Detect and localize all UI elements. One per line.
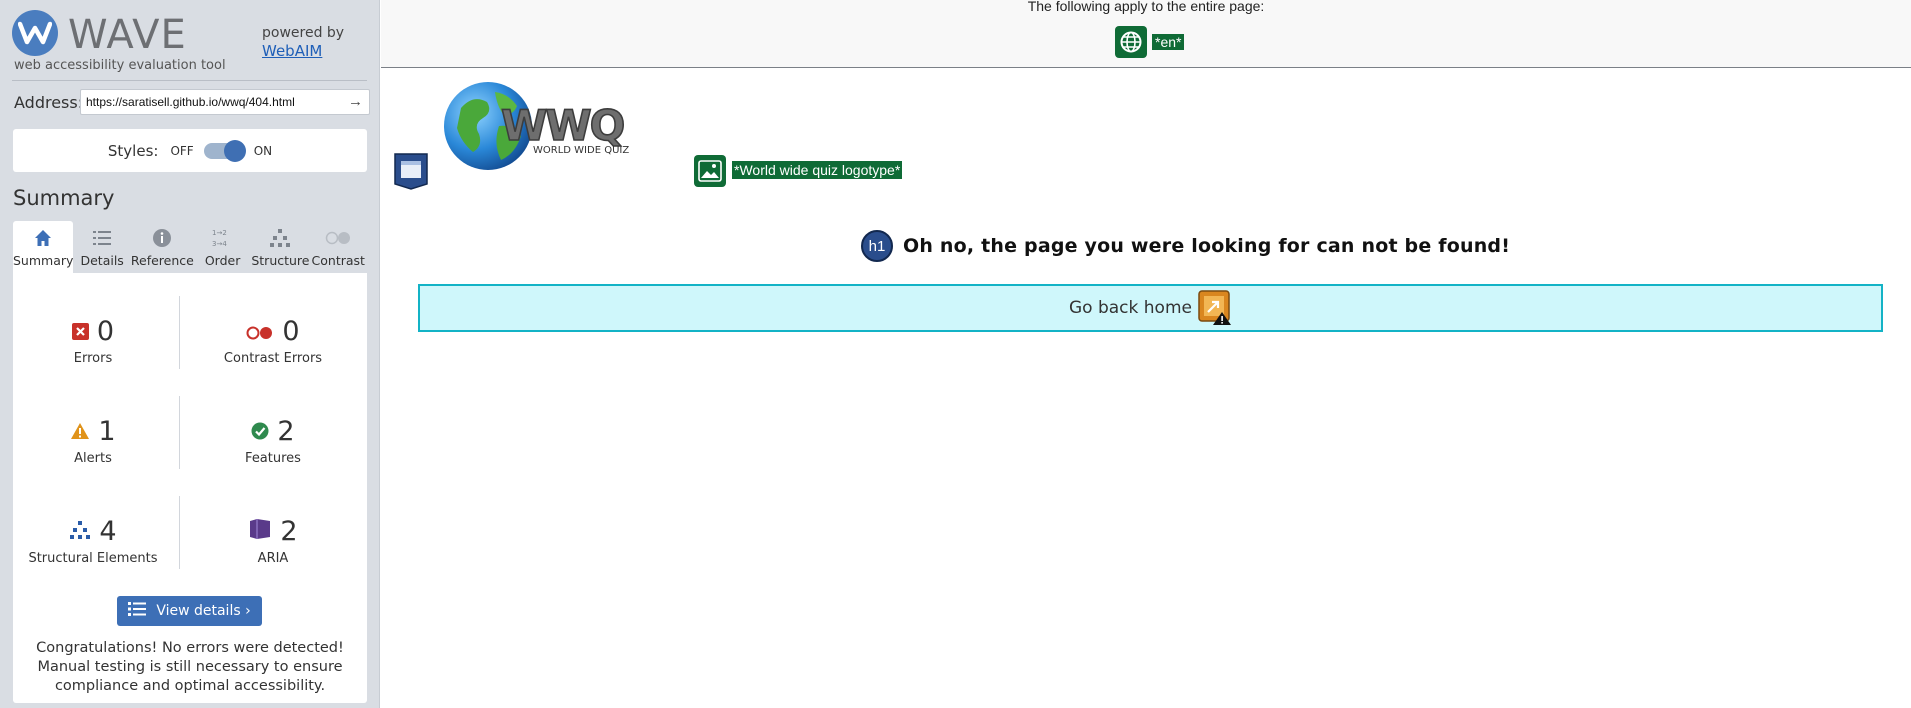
tab-details[interactable]: Details <box>73 221 130 273</box>
contrast-error-icon <box>246 316 274 347</box>
errors-count: 0 <box>96 315 115 347</box>
toggle-knob <box>223 139 246 162</box>
tab-label: Contrast <box>311 253 365 268</box>
view-details-button[interactable]: View details › <box>117 596 262 626</box>
page-preview: The following apply to the entire page: … <box>381 0 1911 708</box>
styles-on-label: ON <box>253 143 273 158</box>
divider <box>12 80 367 81</box>
view-details-label: View details › <box>156 603 251 619</box>
page-heading: Oh no, the page you were looking for can… <box>903 235 1511 257</box>
redundant-link-alert-icon[interactable] <box>1198 290 1232 326</box>
divider <box>179 396 180 469</box>
styles-toggle-box: Styles: OFF ON <box>13 129 367 172</box>
wave-sidebar: WAVE web accessibility evaluation tool p… <box>0 0 380 708</box>
svg-text:3→4: 3→4 <box>212 240 227 248</box>
h1-badge-icon[interactable]: h1 <box>861 230 893 262</box>
panel-tabs: Summary Details Reference 1→2 3→4 Order S… <box>13 221 367 273</box>
alerts-label: Alerts <box>74 451 112 466</box>
heading-wrap: h1 Oh no, the page you were looking for … <box>861 230 1510 262</box>
page-wide-bar: The following apply to the entire page: … <box>381 0 1911 68</box>
tab-label: Summary <box>13 253 74 268</box>
arrow-right-icon[interactable]: → <box>348 93 363 110</box>
aria-region-icon[interactable] <box>393 152 429 190</box>
errors-label: Errors <box>73 351 113 366</box>
tab-label: Order <box>204 253 241 268</box>
webaim-link[interactable]: WebAIM <box>262 42 322 60</box>
page-wide-title: The following apply to the entire page: <box>1027 0 1265 14</box>
structural-label: Structural Elements <box>28 551 158 566</box>
congrats-message: Congratulations! No errors were detected… <box>36 640 344 694</box>
features-label: Features <box>245 451 301 466</box>
go-back-home-link[interactable]: Go back home <box>418 284 1883 332</box>
wave-tagline: web accessibility evaluation tool <box>14 58 226 73</box>
alert-icon <box>70 416 90 447</box>
styles-label: Styles: <box>107 141 159 160</box>
tab-summary[interactable]: Summary <box>13 221 74 273</box>
tab-contrast[interactable]: Contrast <box>310 221 367 273</box>
styles-off-label: OFF <box>170 143 194 158</box>
language-tag: *en* <box>1152 34 1185 50</box>
structure-icon <box>269 227 291 249</box>
language-feature: *en* <box>1115 26 1185 58</box>
stat-structural-elements[interactable]: 4 Structural Elements <box>13 513 173 567</box>
tab-reference[interactable]: Reference <box>131 221 194 273</box>
aria-label: ARIA <box>257 551 289 566</box>
structure-icon <box>69 516 91 547</box>
contrast-errors-label: Contrast Errors <box>223 351 323 366</box>
features-count: 2 <box>277 415 295 447</box>
tab-order[interactable]: 1→2 3→4 Order <box>194 221 251 273</box>
list-icon <box>92 227 112 249</box>
tab-label: Structure <box>251 253 310 268</box>
structural-count: 4 <box>99 515 117 547</box>
contrast-icon <box>325 227 351 249</box>
info-icon <box>152 227 172 249</box>
powered-by: powered by WebAIM <box>262 24 344 61</box>
summary-heading: Summary <box>13 186 115 210</box>
image-alt-text: *World wide quiz logotype* <box>732 161 903 179</box>
aria-count: 2 <box>280 515 298 547</box>
divider <box>179 496 180 569</box>
stat-aria[interactable]: 2 ARIA <box>193 513 353 566</box>
wave-brand: WAVE web accessibility evaluation tool p… <box>12 10 372 74</box>
address-input[interactable]: https://saratisell.github.io/wwq/404.htm… <box>80 89 370 115</box>
styles-toggle[interactable] <box>203 139 246 162</box>
address-label: Address: <box>14 92 84 112</box>
divider <box>179 296 180 369</box>
site-logo: WWQ WORLD WIDE QUIZ <box>443 80 643 172</box>
tab-label: Details <box>80 253 124 268</box>
tab-label: Reference <box>130 253 194 268</box>
address-value: https://saratisell.github.io/wwq/404.htm… <box>86 95 295 109</box>
stat-errors[interactable]: 0 Errors <box>13 313 173 366</box>
stat-contrast-errors[interactable]: 0 Contrast Errors <box>193 313 353 367</box>
stat-features[interactable]: 2 Features <box>193 413 353 467</box>
address-row: Address: https://saratisell.github.io/ww… <box>14 89 370 115</box>
tab-structure[interactable]: Structure <box>251 221 310 273</box>
alerts-count: 1 <box>98 415 116 447</box>
list-icon <box>128 601 147 621</box>
contrast-errors-count: 0 <box>282 315 300 347</box>
aria-icon <box>248 516 272 547</box>
home-icon <box>34 227 52 249</box>
summary-panel: 0 Errors 0 Contrast Errors 1 Alerts 2 Fe… <box>13 273 367 703</box>
svg-text:WWQ: WWQ <box>501 101 624 150</box>
globe-icon[interactable] <box>1115 26 1147 58</box>
stat-alerts[interactable]: 1 Alerts <box>13 413 173 466</box>
wave-logo-icon <box>12 10 58 56</box>
order-icon: 1→2 3→4 <box>211 227 235 249</box>
image-feature-icon[interactable] <box>694 155 726 187</box>
go-back-home-label: Go back home <box>1069 298 1192 318</box>
powered-by-text: powered by <box>262 25 345 41</box>
svg-text:WORLD WIDE QUIZ: WORLD WIDE QUIZ <box>533 145 629 156</box>
feature-check-icon <box>251 416 269 447</box>
error-icon <box>71 316 89 347</box>
wave-logo-wordmark: WAVE <box>68 12 187 58</box>
svg-text:1→2: 1→2 <box>212 229 227 237</box>
